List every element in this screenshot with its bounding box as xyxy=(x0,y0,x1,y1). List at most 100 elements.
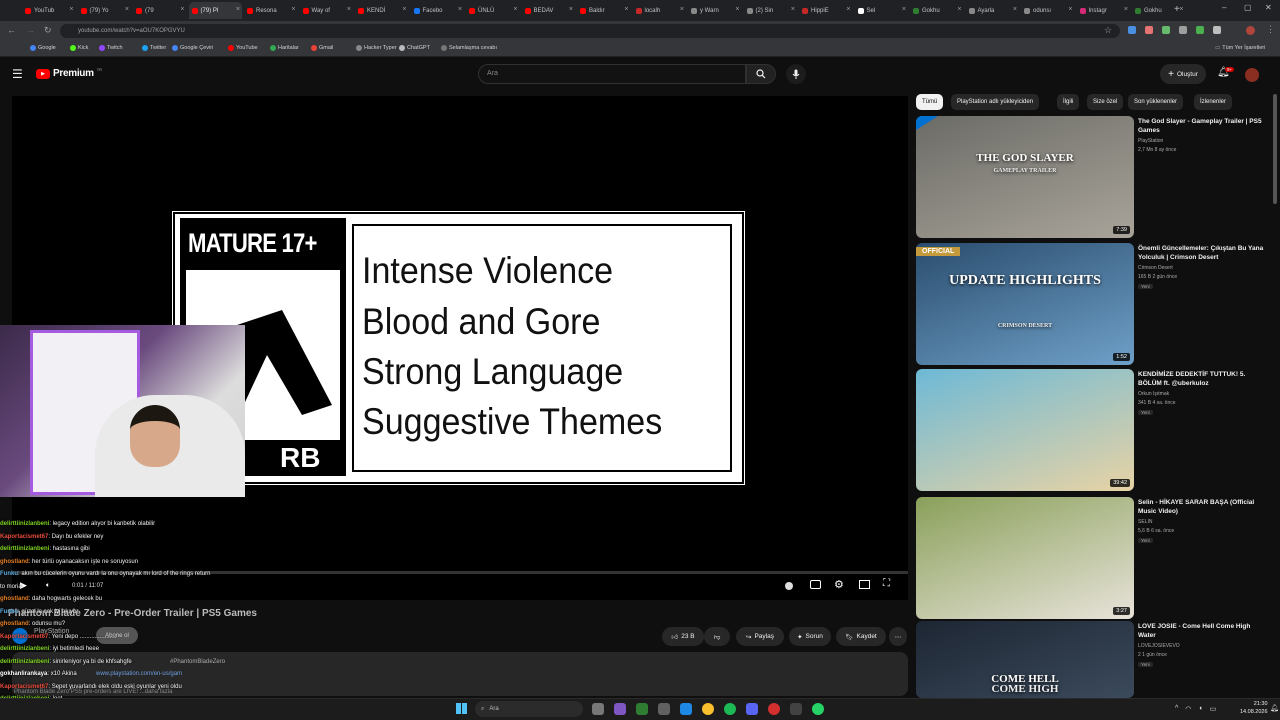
volume-icon[interactable]: ◖ xyxy=(1198,705,1202,713)
browser-tab[interactable]: Facebo × xyxy=(411,2,465,19)
bookmark-item[interactable]: Twitter xyxy=(142,45,166,51)
browser-tab[interactable]: BEDAV × xyxy=(522,2,576,19)
extension-icon[interactable] xyxy=(1196,26,1204,34)
bookmark-item[interactable]: ChatGPT xyxy=(399,45,430,51)
chevron-up-icon[interactable]: ^ xyxy=(1175,705,1178,713)
bookmark-item[interactable]: Google Çeviri xyxy=(172,45,213,51)
bookmark-item[interactable]: Haritalar xyxy=(270,45,299,51)
system-tray[interactable]: ^ ◠ ◖ ▭ xyxy=(1175,705,1216,713)
filter-chip[interactable]: Size özel xyxy=(1087,94,1124,110)
bookmark-item[interactable]: Gmail xyxy=(311,45,333,51)
filter-chip[interactable]: İzlenenler xyxy=(1194,94,1233,110)
filter-chip[interactable]: Tümü xyxy=(916,94,944,110)
bookmark-item[interactable]: Twitch xyxy=(99,45,123,51)
voice-search-button[interactable] xyxy=(786,64,806,84)
tab-close-icon[interactable]: × xyxy=(624,6,628,13)
settings-gear-icon[interactable]: ⚙ xyxy=(834,578,844,591)
browser-tab[interactable]: localh × xyxy=(633,2,687,19)
video-title-link[interactable]: KENDİMİZE DEDEKTİF TUTTUK! 5. BÖLÜM ft. … xyxy=(1138,370,1268,388)
browser-tab[interactable]: Instagr × xyxy=(1077,2,1131,19)
tab-close-icon[interactable]: × xyxy=(513,6,517,13)
subtitles-icon[interactable] xyxy=(810,580,821,589)
bookmark-item[interactable]: Hacker Typer xyxy=(356,45,397,51)
extensions-area[interactable] xyxy=(1128,26,1248,36)
tab-close-icon[interactable]: × xyxy=(569,6,573,13)
puzzle-icon[interactable] xyxy=(1213,26,1221,34)
bookmark-item[interactable]: Google xyxy=(30,45,56,51)
tab-close-icon[interactable]: × xyxy=(846,6,850,13)
dislike-button[interactable]: 👎︎ xyxy=(704,627,730,646)
discord-icon[interactable] xyxy=(746,703,758,715)
tab-close-icon[interactable]: × xyxy=(1068,6,1072,13)
tab-close-icon[interactable]: × xyxy=(1013,6,1017,13)
new-tab-button[interactable]: + xyxy=(1174,4,1180,15)
video-thumbnail[interactable]: 39:42 xyxy=(916,369,1134,491)
browser-tab[interactable]: Ayarla × xyxy=(966,2,1020,19)
fullscreen-icon[interactable]: ⛶ xyxy=(883,578,890,589)
reload-icon[interactable]: ↻ xyxy=(44,25,52,36)
video-channel-name[interactable]: LOVEJOSIEVEVO xyxy=(1138,643,1180,649)
tab-close-icon[interactable]: × xyxy=(402,6,406,13)
extension-icon[interactable] xyxy=(1145,26,1153,34)
edge-icon[interactable] xyxy=(636,703,648,715)
bookmark-star-icon[interactable]: ☆ xyxy=(1104,25,1112,36)
tab-close-icon[interactable]: × xyxy=(458,6,462,13)
video-channel-name[interactable]: SELIN xyxy=(1138,519,1152,525)
search-button[interactable] xyxy=(746,64,776,84)
share-button[interactable]: ↪ Paylaş xyxy=(736,627,784,646)
video-channel-name[interactable]: Crimson Desert xyxy=(1138,265,1173,271)
browser-tab[interactable]: (79) Pl × xyxy=(188,2,242,19)
video-title-link[interactable]: LOVE JOSIE - Come Hell Come High Water xyxy=(1138,622,1268,640)
autoplay-toggle[interactable] xyxy=(785,582,793,590)
youtube-logo[interactable]: ▶ Premium TR xyxy=(36,67,102,79)
account-avatar[interactable] xyxy=(1245,68,1259,82)
tab-close-icon[interactable]: × xyxy=(347,6,351,13)
browser-tab[interactable]: HippiE × xyxy=(799,2,853,19)
browser-tab[interactable]: Way of × xyxy=(300,2,354,19)
video-thumbnail[interactable]: COME HELL COME HIGH xyxy=(916,621,1134,698)
tab-close-icon[interactable]: × xyxy=(791,6,795,13)
app-icon[interactable] xyxy=(790,703,802,715)
sidebar-scrollbar[interactable] xyxy=(1273,94,1277,204)
miniplayer-icon[interactable] xyxy=(859,580,870,589)
profile-avatar[interactable] xyxy=(1246,26,1255,35)
chrome-icon[interactable] xyxy=(702,703,714,715)
browser-tab[interactable]: (2) Sin × xyxy=(744,2,798,19)
browser-tab[interactable]: ÜNLÜ × xyxy=(466,2,520,19)
bookmark-item[interactable]: Kick xyxy=(70,45,88,51)
browser-tab[interactable]: KENDİ × xyxy=(355,2,409,19)
video-channel-name[interactable]: Orkun Işıtmak xyxy=(1138,391,1169,397)
whatsapp-icon[interactable] xyxy=(812,703,824,715)
filter-chip[interactable]: İlgili xyxy=(1057,94,1080,110)
tab-close-icon[interactable]: × xyxy=(1124,6,1128,13)
all-bookmarks-folder[interactable]: ▭ Tüm Yer İşaretleri xyxy=(1215,45,1265,51)
extension-icon[interactable] xyxy=(1162,26,1170,34)
browser-tab[interactable]: y Warn × xyxy=(688,2,742,19)
back-icon[interactable]: ← xyxy=(7,25,16,35)
tab-close-icon[interactable]: × xyxy=(236,6,240,13)
browser-tab[interactable]: YouTub × xyxy=(22,2,76,19)
tab-close-icon[interactable]: × xyxy=(291,6,295,13)
task-view-icon[interactable] xyxy=(592,703,604,715)
tab-close-icon[interactable]: × xyxy=(680,6,684,13)
bookmark-item[interactable]: YouTube xyxy=(228,45,258,51)
browser-tab[interactable]: Sel × xyxy=(855,2,909,19)
window-close-button[interactable]: ✕ xyxy=(1265,3,1272,12)
video-title-link[interactable]: Önemli Güncellemeler: Çıkıştan Bu Yana Y… xyxy=(1138,244,1268,262)
tab-close-icon[interactable]: × xyxy=(957,6,961,13)
battery-icon[interactable]: ▭ xyxy=(1210,705,1217,713)
save-button[interactable]: 🔖︎ Kaydet xyxy=(836,627,886,646)
window-maximize-button[interactable]: ▢ xyxy=(1244,3,1252,12)
browser-tab[interactable]: (79 × xyxy=(133,2,187,19)
forward-icon[interactable]: → xyxy=(26,25,35,35)
browser-tab[interactable]: odunsı × xyxy=(1021,2,1075,19)
hamburger-menu-icon[interactable]: ☰ xyxy=(12,67,23,81)
browser-tab[interactable]: Gokhu × xyxy=(910,2,964,19)
extension-icon[interactable] xyxy=(1179,26,1187,34)
window-minimize-button[interactable]: – xyxy=(1222,3,1226,12)
taskbar-search[interactable]: ⌕ Ara xyxy=(475,701,583,717)
store-icon[interactable] xyxy=(658,703,670,715)
like-button[interactable]: 👍︎ 23 B xyxy=(662,627,704,646)
mail-icon[interactable] xyxy=(680,703,692,715)
browser-tab[interactable]: Resona × xyxy=(244,2,298,19)
